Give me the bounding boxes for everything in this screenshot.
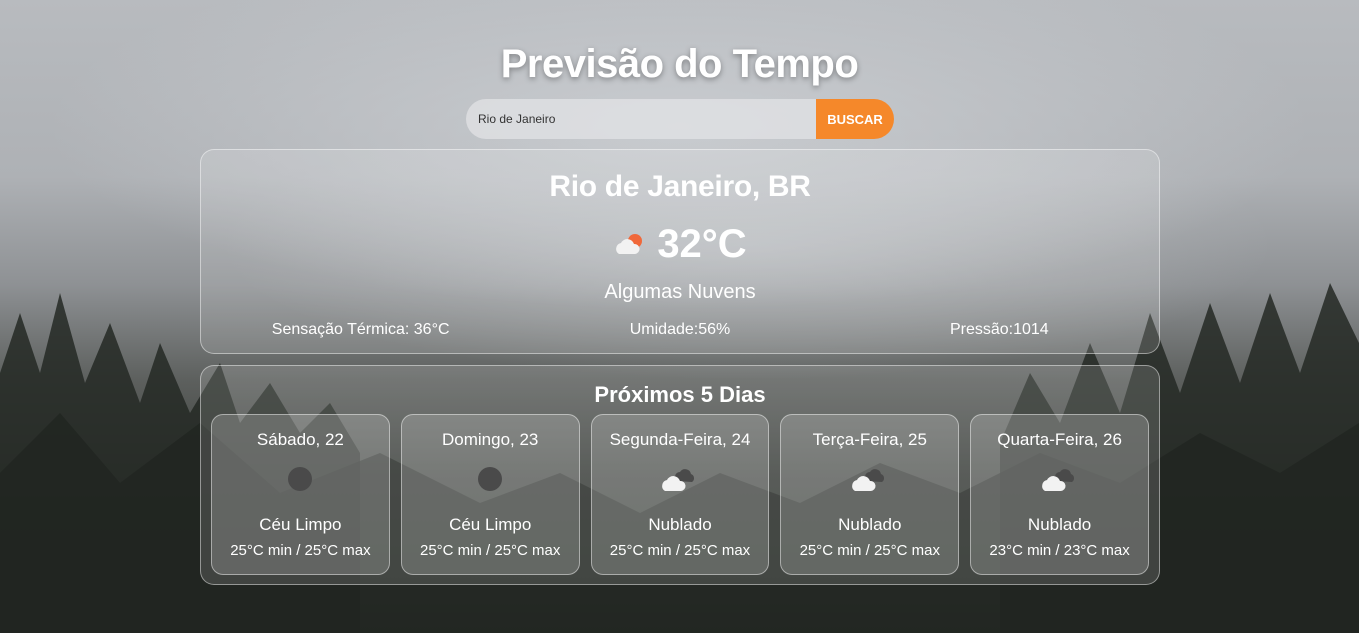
day-temp-range: 25°C min / 25°C max	[230, 542, 371, 559]
weather-description: Algumas Nuvens	[604, 281, 756, 303]
day-temp-range: 23°C min / 23°C max	[989, 542, 1130, 559]
day-name: Terça-Feira, 25	[812, 430, 927, 449]
day-description: Céu Limpo	[449, 515, 532, 534]
weather-stats: Sensação Térmica: 36°C Umidade:56% Press…	[201, 321, 1159, 339]
forecast-day: Terça-Feira, 25 Nublado 25°C min / 25°C …	[780, 414, 960, 575]
day-description: Nublado	[1027, 515, 1092, 534]
day-temp-range: 25°C min / 25°C max	[799, 542, 940, 559]
partly-cloudy-sun-icon	[616, 233, 643, 254]
day-name: Segunda-Feira, 24	[609, 430, 751, 449]
feels-like: Sensação Térmica: 36°C	[271, 321, 450, 338]
clear-night-icon	[288, 467, 313, 491]
current-weather-card: Rio de Janeiro, BR 32°C Algumas Nuvens S…	[200, 149, 1160, 354]
overcast-clouds-icon	[662, 469, 694, 491]
search-bar: BUSCAR	[466, 99, 894, 139]
current-temperature: 32°C	[657, 222, 747, 266]
forecast-title: Próximos 5 Dias	[594, 382, 766, 407]
forecast-card: Próximos 5 Dias Sábado, 22 Céu Limpo 25°…	[200, 365, 1160, 585]
day-name: Quarta-Feira, 26	[997, 430, 1122, 449]
forecast-day: Segunda-Feira, 24 Nublado 25°C min / 25°…	[590, 414, 770, 575]
day-description: Nublado	[838, 515, 902, 534]
day-temp-range: 25°C min / 25°C max	[609, 542, 751, 559]
overcast-clouds-icon	[1041, 469, 1074, 491]
city-name: Rio de Janeiro, BR	[549, 170, 811, 203]
day-name: Sábado, 22	[256, 430, 344, 449]
day-name: Domingo, 23	[442, 430, 539, 449]
day-temp-range: 25°C min / 25°C max	[420, 542, 561, 559]
forecast-day: Domingo, 23 Céu Limpo 25°C min / 25°C ma…	[400, 414, 580, 575]
forecast-day: Quarta-Feira, 26 Nublado 23°C min / 23°C…	[970, 414, 1149, 575]
city-search-input[interactable]	[466, 99, 816, 139]
day-description: Nublado	[648, 515, 712, 534]
page-title: Previsão do Tempo	[500, 42, 859, 86]
temperature-row: 32°C	[201, 222, 1159, 267]
forecast-day: Sábado, 22 Céu Limpo 25°C min / 25°C max	[211, 414, 390, 575]
overcast-clouds-icon	[851, 469, 884, 491]
clear-night-icon	[478, 467, 503, 491]
pressure: Pressão:1014	[949, 321, 1049, 338]
forecast-days: Sábado, 22 Céu Limpo 25°C min / 25°C max…	[211, 414, 1149, 575]
day-description: Céu Limpo	[259, 515, 342, 534]
humidity: Umidade:56%	[629, 321, 731, 338]
search-button[interactable]: BUSCAR	[816, 99, 894, 139]
